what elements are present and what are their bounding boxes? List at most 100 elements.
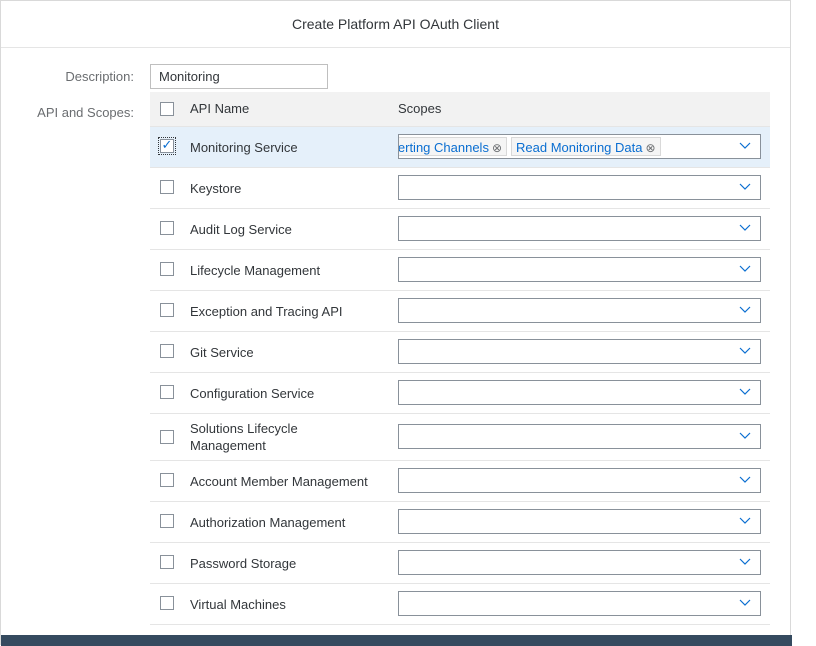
chevron-down-icon [739, 517, 751, 524]
table-header: API Name Scopes [150, 92, 770, 127]
column-header-api-name: API Name [190, 101, 250, 116]
chevron-down-icon [739, 476, 751, 483]
dropdown-arrow-button[interactable] [738, 472, 752, 488]
api-name: Authorization Management [190, 514, 346, 530]
scope-tokens [399, 512, 720, 531]
dropdown-arrow-button[interactable] [738, 261, 752, 277]
table-row[interactable]: Virtual Machines [150, 584, 770, 625]
chevron-down-icon [739, 599, 751, 606]
row-checkbox[interactable] [160, 473, 174, 487]
dropdown-arrow-button[interactable] [738, 138, 752, 154]
row-checkbox[interactable]: ✓ [158, 137, 176, 155]
scopes-multicombobox[interactable] [398, 424, 761, 449]
scopes-multicombobox[interactable] [398, 257, 761, 282]
dialog-title: Create Platform API OAuth Client [1, 1, 790, 48]
api-name: Monitoring Service [190, 139, 298, 155]
remove-token-icon[interactable]: ⊗ [492, 141, 502, 155]
scopes-multicombobox[interactable]: lerting Channels ⊗ Read Monitoring Data ⊗ [398, 134, 761, 159]
create-oauth-client-dialog: Create Platform API OAuth Client Descrip… [0, 0, 792, 646]
row-checkbox[interactable] [160, 344, 174, 358]
description-label: Description: [65, 69, 134, 84]
chevron-down-icon [739, 432, 751, 439]
scope-token[interactable]: lerting Channels ⊗ [399, 137, 508, 156]
dropdown-arrow-button[interactable] [738, 384, 752, 400]
api-name: Solutions Lifecycle Management [190, 421, 298, 453]
table-row[interactable]: Authorization Management [150, 502, 770, 543]
api-and-scopes-label: API and Scopes: [37, 105, 134, 120]
table-row[interactable]: Configuration Service [150, 373, 770, 414]
scope-tokens [399, 301, 720, 320]
scopes-multicombobox[interactable] [398, 216, 761, 241]
api-name: Keystore [190, 180, 242, 196]
chevron-down-icon [739, 265, 751, 272]
chevron-down-icon [739, 388, 751, 395]
description-input[interactable] [150, 64, 328, 89]
dropdown-arrow-button[interactable] [738, 343, 752, 359]
table-row[interactable]: Audit Log Service [150, 209, 770, 250]
table-row[interactable]: Git Service [150, 332, 770, 373]
dropdown-arrow-button[interactable] [738, 513, 752, 529]
row-checkbox[interactable] [160, 596, 174, 610]
api-name: Git Service [190, 344, 254, 360]
scope-tokens [399, 553, 720, 572]
table-row[interactable]: Account Member Management [150, 461, 770, 502]
scope-token-label: Read Monitoring Data [516, 140, 643, 155]
api-name: Lifecycle Management [190, 262, 321, 278]
dropdown-arrow-button[interactable] [738, 220, 752, 236]
scopes-multicombobox[interactable] [398, 550, 761, 575]
row-checkbox[interactable] [160, 514, 174, 528]
table-row[interactable]: Exception and Tracing API [150, 291, 770, 332]
api-scopes-table: API Name Scopes ✓ Monitoring Service lerti… [150, 92, 770, 625]
api-name: Audit Log Service [190, 221, 292, 237]
row-checkbox[interactable] [160, 221, 174, 235]
dropdown-arrow-button[interactable] [738, 179, 752, 195]
chevron-down-icon [739, 347, 751, 354]
table-body: ✓ Monitoring Service lerting Channels ⊗ Read… [150, 127, 770, 625]
select-all-checkbox[interactable] [160, 102, 174, 116]
scopes-multicombobox[interactable] [398, 468, 761, 493]
row-checkbox[interactable] [160, 385, 174, 399]
scope-tokens [399, 178, 720, 197]
dropdown-arrow-button[interactable] [738, 428, 752, 444]
table-row[interactable]: Password Storage [150, 543, 770, 584]
row-checkbox[interactable] [160, 555, 174, 569]
scope-tokens [399, 471, 720, 490]
scope-tokens [399, 594, 720, 613]
row-checkbox[interactable] [160, 430, 174, 444]
chevron-down-icon [739, 224, 751, 231]
scope-tokens [399, 342, 720, 361]
scopes-multicombobox[interactable] [398, 339, 761, 364]
remove-token-icon[interactable]: ⊗ [645, 141, 655, 155]
dropdown-arrow-button[interactable] [738, 302, 752, 318]
table-row[interactable]: Keystore [150, 168, 770, 209]
scopes-multicombobox[interactable] [398, 298, 761, 323]
scope-tokens [399, 427, 720, 446]
row-checkbox[interactable] [160, 262, 174, 276]
dropdown-arrow-button[interactable] [738, 595, 752, 611]
chevron-down-icon [739, 306, 751, 313]
api-name: Virtual Machines [190, 596, 286, 612]
api-name: Account Member Management [190, 473, 368, 489]
checkmark-icon: ✓ [161, 137, 173, 152]
scopes-multicombobox[interactable] [398, 591, 761, 616]
chevron-down-icon [739, 183, 751, 190]
scope-tokens [399, 260, 720, 279]
scopes-multicombobox[interactable] [398, 380, 761, 405]
scopes-multicombobox[interactable] [398, 509, 761, 534]
scope-tokens [399, 219, 720, 238]
dropdown-arrow-button[interactable] [738, 554, 752, 570]
table-row[interactable]: Solutions Lifecycle Management [150, 414, 770, 461]
scope-token[interactable]: Read Monitoring Data ⊗ [511, 137, 661, 156]
scope-tokens [399, 383, 720, 402]
api-name: Password Storage [190, 555, 297, 571]
dialog-footer-bar [1, 635, 792, 646]
api-name: Configuration Service [190, 385, 315, 401]
chevron-down-icon [739, 142, 751, 149]
row-checkbox[interactable] [160, 180, 174, 194]
table-row[interactable]: Lifecycle Management [150, 250, 770, 291]
row-checkbox[interactable] [160, 303, 174, 317]
table-row[interactable]: ✓ Monitoring Service lerting Channels ⊗ Read… [150, 127, 770, 168]
api-name: Exception and Tracing API [190, 303, 343, 319]
scope-tokens: lerting Channels ⊗ Read Monitoring Data ⊗ [399, 137, 720, 156]
scopes-multicombobox[interactable] [398, 175, 761, 200]
